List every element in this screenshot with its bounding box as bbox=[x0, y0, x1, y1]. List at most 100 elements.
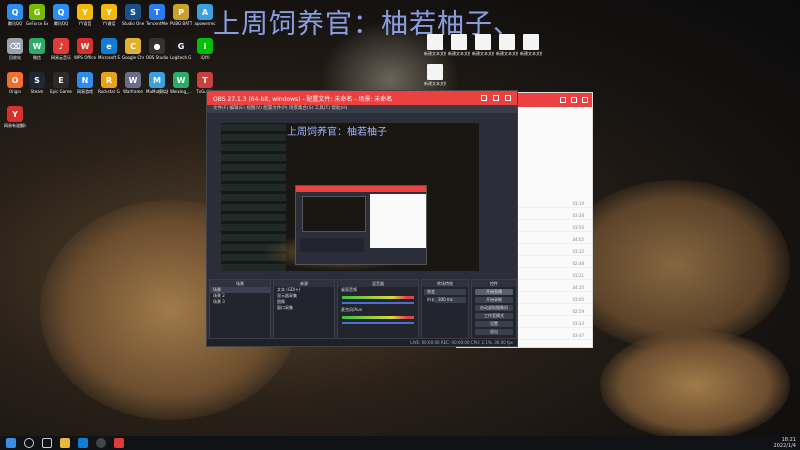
source-item[interactable]: 窗口采集 bbox=[274, 305, 334, 311]
app-icon: Y bbox=[101, 4, 117, 20]
desktop-icon[interactable]: i iQIYI bbox=[194, 38, 216, 60]
duration-input[interactable]: 300 ms bbox=[435, 297, 466, 303]
app-icon: T bbox=[149, 4, 165, 20]
desktop-icon[interactable]: N 网易游戏 bbox=[74, 72, 96, 94]
song-row[interactable]: 03:05 bbox=[515, 297, 592, 304]
maximize-icon[interactable] bbox=[493, 95, 499, 101]
desktop-icon[interactable]: W 微信 bbox=[26, 38, 48, 60]
document-icon bbox=[427, 64, 443, 80]
minimize-icon[interactable] bbox=[560, 97, 566, 103]
song-row[interactable]: 03:38 bbox=[515, 213, 592, 220]
app-icon: P bbox=[173, 4, 189, 20]
file-explorer-icon[interactable] bbox=[60, 438, 70, 448]
song-row[interactable]: 03:47 bbox=[515, 333, 592, 340]
desktop-icon[interactable]: Aapowerrec bbox=[194, 4, 216, 26]
desktop-icon[interactable]: Q 腾讯QQ bbox=[50, 4, 72, 26]
song-row[interactable]: 04:10 bbox=[515, 285, 592, 292]
song-row[interactable]: 03:56 bbox=[515, 225, 592, 232]
mixer-dock-title: 混音器 bbox=[338, 280, 418, 287]
obs-preview[interactable]: 上周饲养官：柚若柚子 bbox=[221, 123, 479, 271]
desktop-icon-label: 微信 bbox=[33, 55, 41, 60]
desktop-icon[interactable]: W Warframe bbox=[122, 72, 144, 94]
desktop-icon[interactable]: eMicrosoft Edge bbox=[98, 38, 120, 60]
task-view-icon[interactable] bbox=[42, 438, 52, 448]
start-streaming-button[interactable]: 开始直播 bbox=[475, 289, 513, 295]
minimize-icon[interactable] bbox=[481, 95, 487, 101]
desktop-icon[interactable]: CGoogle Chrome bbox=[122, 38, 144, 60]
search-icon[interactable] bbox=[24, 438, 34, 448]
maximize-icon[interactable] bbox=[571, 97, 577, 103]
song-row[interactable]: 03:15 bbox=[515, 249, 592, 256]
scene-item[interactable]: 场景 3 bbox=[210, 299, 270, 305]
transition-select[interactable]: 渐变 bbox=[424, 289, 466, 295]
desktop-icon[interactable]: W Weixing_... bbox=[170, 72, 192, 94]
desktop-file-icon[interactable]: 新建文本文档 (4) bbox=[472, 34, 494, 56]
start-recording-button[interactable]: 开始录制 bbox=[475, 297, 513, 303]
song-row[interactable]: 02:48 bbox=[515, 261, 592, 268]
preview-banner-text: 上周饲养官：柚若柚子 bbox=[287, 127, 387, 138]
desktop-icon-label: Weixing_... bbox=[170, 89, 192, 94]
song-row[interactable]: 03:33 bbox=[515, 321, 592, 328]
system-tray-clock[interactable]: 18:21 2022/1/4 bbox=[774, 437, 796, 449]
desktop-icon[interactable]: ⌫ 回收站 bbox=[4, 38, 26, 60]
song-row[interactable]: 03:21 bbox=[515, 273, 592, 280]
desktop-file-icon[interactable]: 新建文本文档 (5) bbox=[496, 34, 518, 56]
obs-titlebar[interactable]: OBS 27.1.3 (64-bit, windows) - 配置文件: 未命名… bbox=[207, 91, 517, 105]
desktop-icon[interactable]: Y 网易有道翻译 bbox=[4, 106, 26, 128]
volume-slider[interactable] bbox=[342, 322, 414, 324]
desktop-file-icon[interactable]: 新建文本文档 (3) bbox=[448, 34, 470, 56]
desktop-icon-label: 腾讯QQ bbox=[7, 21, 23, 26]
desktop-icon[interactable]: O Origin bbox=[4, 72, 26, 94]
studio-mode-button[interactable]: 工作室模式 bbox=[475, 313, 513, 319]
scenes-dock[interactable]: 场景 场景 场景 2 场景 3 bbox=[209, 279, 271, 339]
desktop-file-icon[interactable]: 新建文本文档 bbox=[424, 64, 446, 86]
transitions-dock-title: 转场特效 bbox=[422, 280, 468, 287]
desktop-icon[interactable]: S Steam bbox=[26, 72, 48, 94]
document-icon bbox=[523, 34, 539, 50]
desktop-file-icon[interactable]: 新建文本文档 (2) bbox=[424, 34, 446, 56]
exit-button[interactable]: 退出 bbox=[475, 329, 513, 335]
mixer-dock[interactable]: 混音器 桌面音频 麦克风/Aux bbox=[337, 279, 419, 339]
desktop-icon[interactable]: PPUBG BATTLEGROUNDS bbox=[170, 4, 192, 26]
settings-button[interactable]: 设置 bbox=[475, 321, 513, 327]
close-icon[interactable] bbox=[582, 97, 588, 103]
song-row[interactable]: 04:02 bbox=[515, 237, 592, 244]
desktop-icon[interactable]: Q 腾讯QQ bbox=[4, 4, 26, 26]
obs-taskbar-icon[interactable] bbox=[96, 438, 106, 448]
desktop-icon[interactable]: EEpic Games Launcher bbox=[50, 72, 72, 94]
desktop-icon[interactable]: Y YY语音 bbox=[74, 4, 96, 26]
obs-menubar[interactable]: 文件(F) 编辑(E) 视图(V) 配置文件(P) 场景集合(S) 工具(T) … bbox=[207, 105, 517, 113]
desktop-file-icon[interactable]: 新建文本文档 (6) bbox=[520, 34, 542, 56]
desktop-icon[interactable]: M MuMu模拟器 bbox=[146, 72, 168, 94]
song-row[interactable]: 02:59 bbox=[515, 309, 592, 316]
windows-start-icon[interactable] bbox=[6, 438, 16, 448]
netease-taskbar-icon[interactable] bbox=[114, 438, 124, 448]
desktop-icon[interactable]: W WPS Office bbox=[74, 38, 96, 60]
volume-slider[interactable] bbox=[342, 302, 414, 304]
controls-dock[interactable]: 控件 开始直播 开始录制 启动虚拟摄像机 工作室模式 设置 退出 bbox=[471, 279, 517, 339]
desktop-icon[interactable]: GLogitech G HUB bbox=[170, 38, 192, 60]
obs-window[interactable]: OBS 27.1.3 (64-bit, windows) - 配置文件: 未命名… bbox=[206, 90, 518, 347]
desktop-file-label: 新建文本文档 (6) bbox=[520, 51, 542, 56]
desktop-icon-label: TencentMeeting bbox=[146, 21, 168, 26]
desktop-icon[interactable]: TTencentMeeting bbox=[146, 4, 168, 26]
song-row[interactable]: 03:10 bbox=[515, 201, 592, 208]
desktop-icon[interactable]: SStudio One 5 bbox=[122, 4, 144, 26]
desktop-icon[interactable]: ♪ 网易云音乐 bbox=[50, 38, 72, 60]
edge-icon[interactable] bbox=[78, 438, 88, 448]
desktop-icon[interactable]: RRockstar Games bbox=[98, 72, 120, 94]
desktop-icon[interactable]: ● OBS Studio bbox=[146, 38, 168, 60]
app-icon: W bbox=[77, 38, 93, 54]
desktop-icon-label: 网易云音乐 bbox=[51, 55, 71, 60]
document-icon bbox=[427, 34, 443, 50]
app-icon: ⌫ bbox=[7, 38, 23, 54]
close-icon[interactable] bbox=[505, 95, 511, 101]
desktop-icon[interactable]: GGeForce Experience bbox=[26, 4, 48, 26]
transitions-dock[interactable]: 转场特效 渐变 时长 300 ms bbox=[421, 279, 469, 339]
sources-dock[interactable]: 来源 文本 (GDI+) 显示器采集 图像 窗口采集 bbox=[273, 279, 335, 339]
desktop-icon-label: Google Chrome bbox=[122, 55, 144, 60]
virtual-camera-button[interactable]: 启动虚拟摄像机 bbox=[475, 305, 513, 311]
app-icon: S bbox=[29, 72, 45, 88]
desktop-icon-label: Origin bbox=[8, 89, 22, 94]
desktop-icon[interactable]: Y YY通话 bbox=[98, 4, 120, 26]
